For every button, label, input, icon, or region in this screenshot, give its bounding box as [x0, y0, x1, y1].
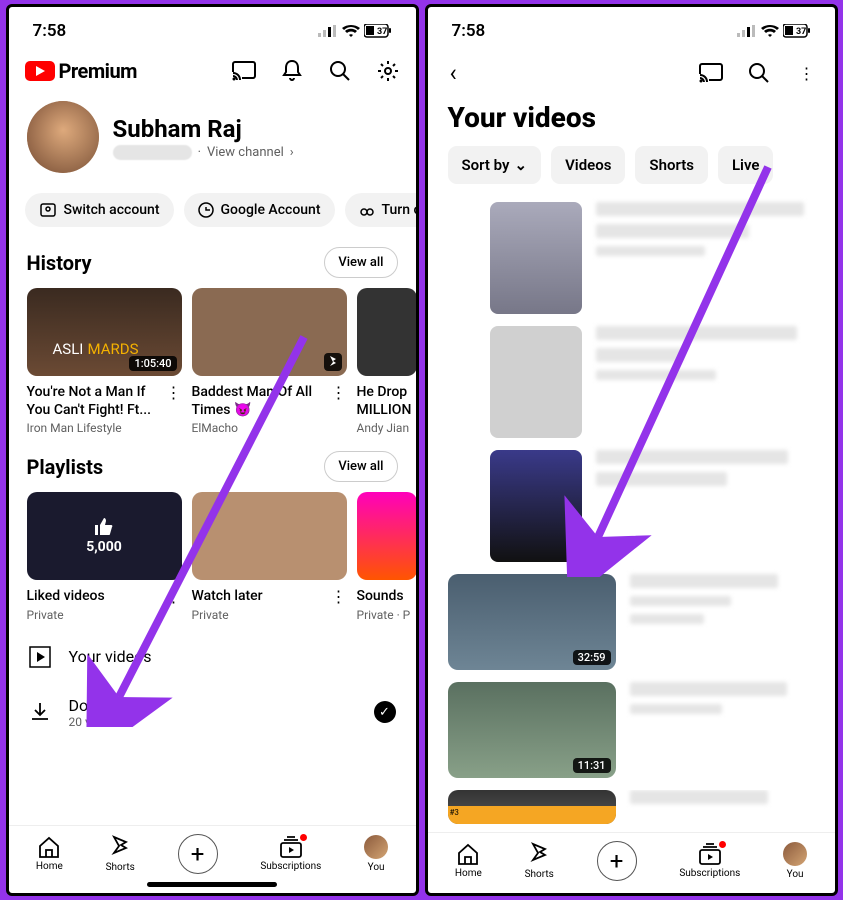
video-row[interactable]	[448, 450, 815, 562]
cast-icon[interactable]	[232, 59, 256, 83]
video-row[interactable]: #3	[448, 790, 815, 824]
incognito-chip[interactable]: Turn on Inc	[345, 193, 416, 227]
playlists-viewall[interactable]: View all	[324, 451, 397, 482]
nav-subscriptions[interactable]: Subscriptions	[679, 843, 740, 879]
search-icon[interactable]	[747, 61, 771, 85]
status-time: 7:58	[33, 21, 67, 41]
more-icon[interactable]: ⋮	[331, 383, 347, 435]
playlist-card[interactable]: Watch laterPrivate⋮	[192, 492, 347, 621]
google-account-chip[interactable]: Google Account	[184, 193, 335, 227]
history-header: History View all	[9, 241, 416, 288]
downloads-link[interactable]: Downloads20 videos ✓	[9, 682, 416, 743]
bottom-nav: Home Shorts + Subscriptions You	[428, 832, 835, 885]
playlist-card[interactable]: 5,000 Liked videosPrivate⋮	[27, 492, 182, 621]
avatar-icon	[783, 842, 807, 866]
shorts-badge-icon	[324, 353, 342, 371]
search-icon[interactable]	[328, 59, 352, 83]
video-row[interactable]	[448, 202, 815, 314]
filter-live[interactable]: Live	[718, 146, 774, 184]
history-row[interactable]: ASLI MARDS1:05:40 You're Not a Man If Yo…	[9, 288, 416, 445]
youtube-logo[interactable]: Premium	[25, 59, 137, 83]
sortby-chip[interactable]: Sort by⌄	[448, 146, 542, 184]
nav-shorts[interactable]: Shorts	[106, 835, 135, 873]
check-icon: ✓	[374, 701, 396, 723]
more-icon[interactable]: ⋮	[166, 383, 182, 435]
more-icon[interactable]: ⋮	[795, 61, 819, 85]
filter-videos[interactable]: Videos	[551, 146, 625, 184]
status-icons: 37	[737, 24, 811, 38]
topbar: ‹ ⋮	[428, 49, 835, 97]
video-row[interactable]: 11:31	[448, 682, 815, 778]
status-bar: 7:58 37	[9, 7, 416, 49]
nav-home[interactable]: Home	[455, 843, 482, 879]
video-row[interactable]	[448, 326, 815, 438]
topbar: Premium	[9, 49, 416, 93]
nav-create[interactable]: +	[178, 834, 218, 874]
profile-section[interactable]: Subham Raj hidden · View channel ›	[9, 93, 416, 187]
nav-you[interactable]: You	[364, 835, 388, 873]
bell-icon[interactable]	[280, 59, 304, 83]
nav-shorts[interactable]: Shorts	[525, 842, 554, 880]
history-card[interactable]: He Drop MILLION Andy Jian	[357, 288, 416, 435]
switch-account-chip[interactable]: Switch account	[25, 193, 174, 227]
avatar-icon	[364, 835, 388, 859]
filter-shorts[interactable]: Shorts	[635, 146, 708, 184]
status-bar: 7:58 37	[428, 7, 835, 49]
profile-name: Subham Raj	[113, 115, 294, 143]
svg-text:37: 37	[377, 27, 387, 37]
history-card[interactable]: ASLI MARDS1:05:40 You're Not a Man If Yo…	[27, 288, 182, 435]
phone-left: 7:58 37 Premium Subham Raj hidden · View…	[6, 4, 419, 896]
nav-home[interactable]: Home	[36, 836, 63, 872]
avatar	[27, 101, 99, 173]
playlists-row[interactable]: 5,000 Liked videosPrivate⋮ Watch laterPr…	[9, 492, 416, 631]
phone-right: 7:58 37 ‹ ⋮ Your videos Sort by⌄ Videos …	[425, 4, 838, 896]
video-row[interactable]: 32:59	[448, 574, 815, 670]
bottom-nav: Home Shorts + Subscriptions You	[9, 825, 416, 878]
page-title: Your videos	[428, 97, 835, 144]
home-indicator[interactable]	[147, 882, 277, 887]
nav-you[interactable]: You	[783, 842, 807, 880]
your-videos-link[interactable]: Your videos	[9, 632, 416, 682]
chevron-down-icon: ⌄	[514, 156, 527, 174]
play-box-icon	[29, 646, 51, 668]
history-viewall[interactable]: View all	[324, 247, 397, 278]
back-icon[interactable]: ‹	[444, 59, 463, 87]
cast-icon[interactable]	[699, 61, 723, 85]
youtube-icon	[25, 61, 55, 81]
nav-subscriptions[interactable]: Subscriptions	[260, 836, 321, 872]
more-icon[interactable]: ⋮	[166, 587, 182, 621]
history-card[interactable]: Baddest Man Of All Times 😈ElMacho⋮	[192, 288, 347, 435]
filter-chips: Sort by⌄ Videos Shorts Live	[428, 144, 835, 202]
playlist-card[interactable]: Sounds Private · P	[357, 492, 416, 621]
more-icon[interactable]: ⋮	[331, 587, 347, 621]
svg-text:37: 37	[796, 27, 806, 37]
video-list[interactable]: 32:59 11:31 #3	[428, 202, 835, 832]
profile-sub: hidden · View channel ›	[113, 145, 294, 160]
status-icons: 37	[318, 24, 392, 38]
chevron-right-icon: ›	[290, 145, 294, 160]
playlists-header: Playlists View all	[9, 445, 416, 492]
download-icon	[29, 701, 51, 723]
nav-create[interactable]: +	[597, 841, 637, 881]
gear-icon[interactable]	[376, 59, 400, 83]
status-time: 7:58	[452, 21, 486, 41]
account-chips: Switch account Google Account Turn on In…	[9, 187, 416, 241]
